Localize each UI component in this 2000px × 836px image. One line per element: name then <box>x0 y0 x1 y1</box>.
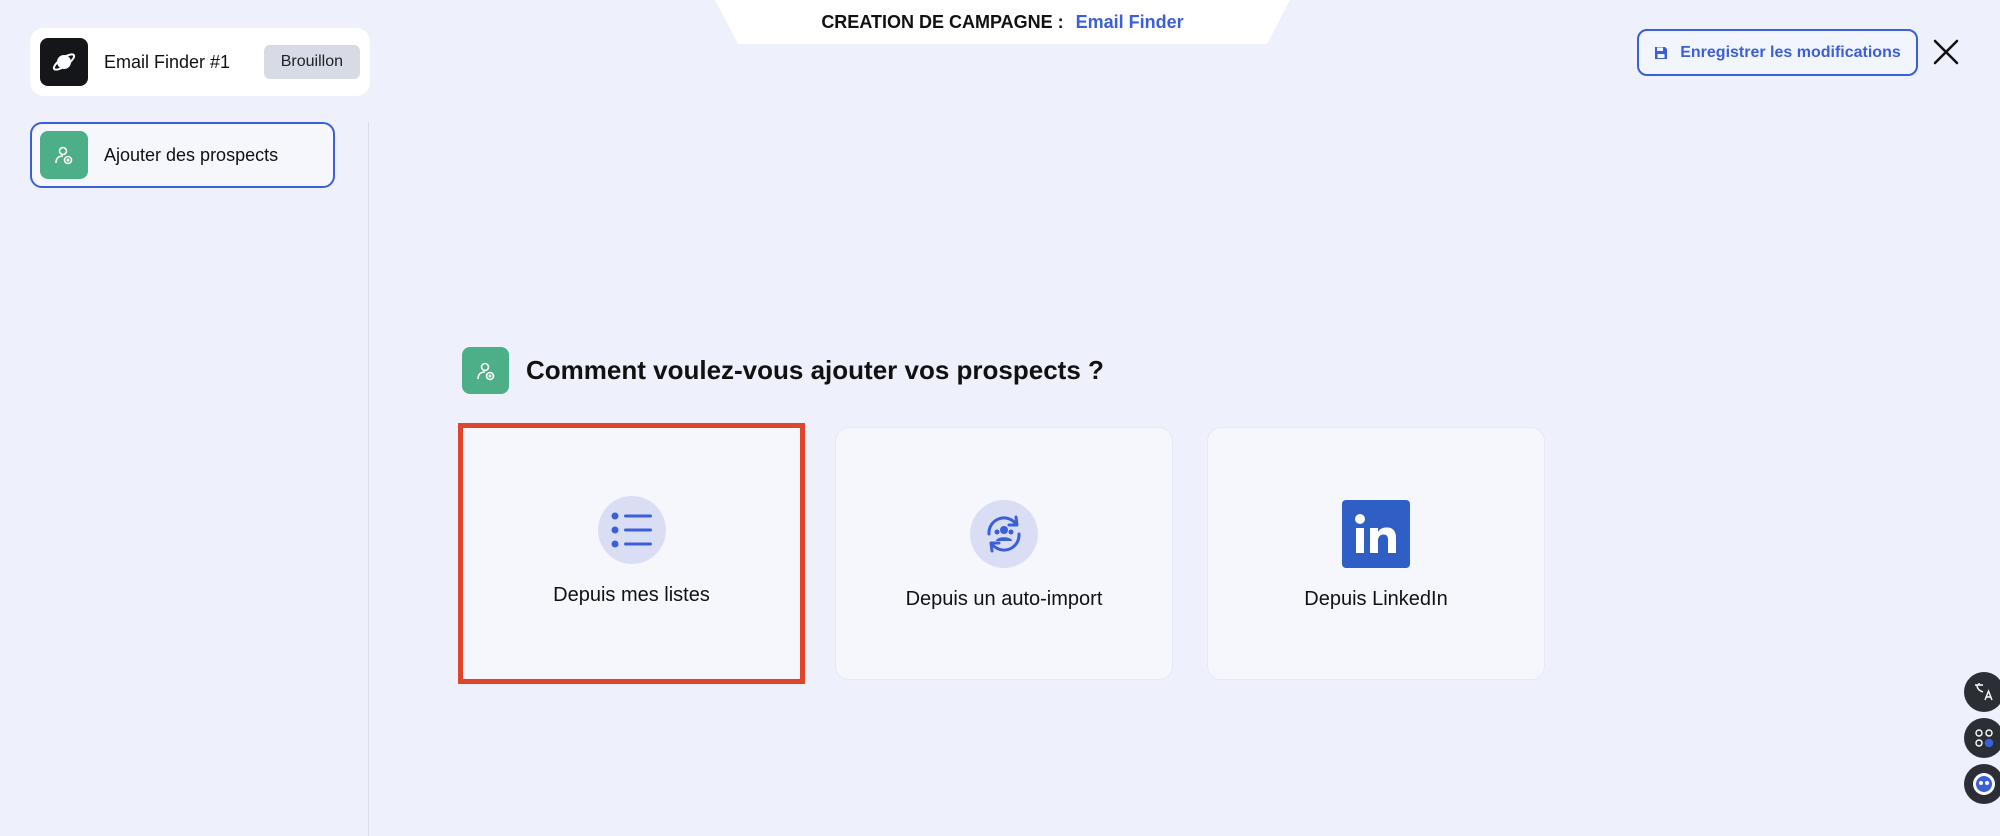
close-button[interactable] <box>1928 34 1964 70</box>
option-label: Depuis mes listes <box>553 584 710 606</box>
campaign-type-value: Email Finder <box>1075 11 1184 32</box>
save-changes-button[interactable]: Enregistrer les modifications <box>1637 29 1918 76</box>
chat-bot-icon <box>1973 773 1995 795</box>
option-auto-import[interactable]: Depuis un auto-import <box>835 427 1173 680</box>
user-add-icon <box>40 131 88 179</box>
user-add-icon <box>462 347 509 394</box>
campaign-creation-tab: CREATION DE CAMPAGNE : Email Finder <box>715 0 1290 44</box>
option-label: Depuis un auto-import <box>905 588 1103 610</box>
campaign-card: Email Finder #1 Brouillon <box>30 28 370 96</box>
option-linkedin[interactable]: Depuis LinkedIn <box>1207 427 1545 680</box>
close-icon <box>1933 39 1959 65</box>
list-icon <box>597 496 666 564</box>
linkedin-icon <box>1342 500 1410 568</box>
auto-import-icon <box>970 500 1038 568</box>
page-title: Comment voulez-vous ajouter vos prospect… <box>526 355 1104 385</box>
campaign-name[interactable]: Email Finder #1 <box>104 52 264 73</box>
status-badge: Brouillon <box>263 45 360 79</box>
planet-icon <box>40 38 88 86</box>
apps-button[interactable] <box>1964 718 2000 758</box>
campaign-creation-label: CREATION DE CAMPAGNE : <box>821 11 1064 32</box>
translate-icon <box>1975 683 1993 701</box>
apps-icon <box>1975 729 1994 748</box>
sidebar-divider <box>368 122 369 836</box>
chat-bot-button[interactable] <box>1964 764 2000 804</box>
save-changes-label: Enregistrer les modifications <box>1680 43 1901 61</box>
section-heading: Comment voulez-vous ajouter vos prospect… <box>462 347 1104 394</box>
option-from-lists[interactable]: Depuis mes listes <box>458 423 805 684</box>
translate-button[interactable] <box>1964 672 2000 712</box>
sidebar-item-label: Ajouter des prospects <box>104 144 279 165</box>
option-label: Depuis LinkedIn <box>1304 588 1448 610</box>
sidebar-item-add-prospects[interactable]: Ajouter des prospects <box>30 122 335 188</box>
floppy-disk-icon <box>1655 46 1668 59</box>
